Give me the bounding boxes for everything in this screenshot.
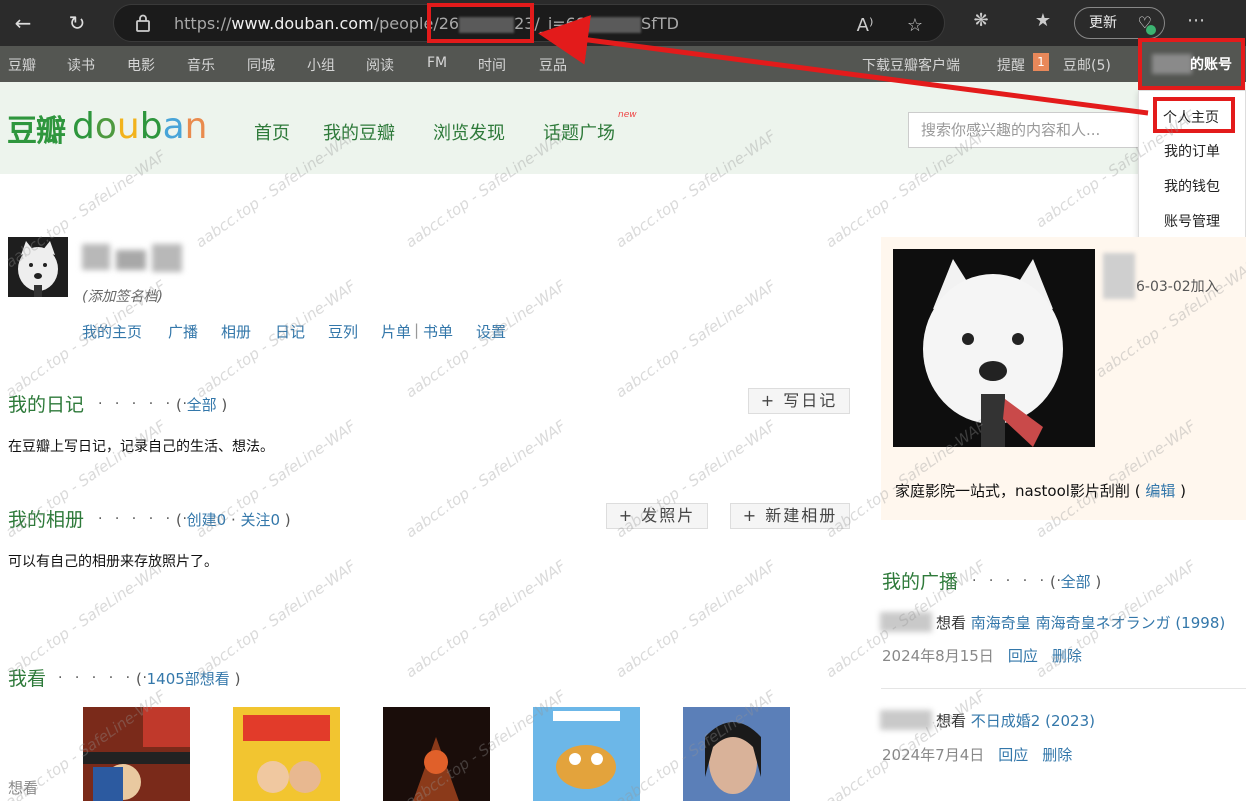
feed-item-meta: 2024年8月15日 回应 删除 xyxy=(882,647,1082,665)
read-aloud-icon[interactable]: A⁾ xyxy=(852,15,878,36)
intro-text: 家庭影院一站式，nastool影片刮削 ( 编辑 ) xyxy=(895,482,1186,500)
search-input[interactable]: 搜索你感兴趣的内容和人... xyxy=(908,112,1148,148)
nav-time[interactable]: 时间 xyxy=(478,55,506,75)
dropdown-item-orders[interactable]: 我的订单 xyxy=(1164,141,1220,161)
album-section-title: 我的相册 xyxy=(8,509,85,531)
site-nav: 豆瓣 读书 电影 音乐 同城 小组 阅读 FM 时间 豆品 下载豆瓣客户端 提醒… xyxy=(0,46,1246,82)
profile-link-settings[interactable]: 设置 xyxy=(476,321,506,342)
movie-poster[interactable] xyxy=(533,707,640,801)
browser-toolbar: ← ↻ https://www.douban.com/people/26 23/_… xyxy=(0,0,1246,46)
account-menu-link[interactable]: 的账号 xyxy=(1138,38,1245,90)
update-button[interactable]: 更新 ♡ xyxy=(1074,7,1165,39)
tab-topics[interactable]: 话题广场 xyxy=(543,119,615,145)
tab-explore[interactable]: 浏览发现 xyxy=(433,119,505,145)
watermark: aabcc.top - SafeLine-WAF xyxy=(612,556,780,682)
feed-user-blurred xyxy=(880,612,932,632)
nav-market[interactable]: 豆品 xyxy=(539,55,567,75)
avatar[interactable] xyxy=(8,237,68,297)
username-blurred xyxy=(82,240,184,274)
profile-photo[interactable] xyxy=(893,249,1095,447)
douban-logo-en[interactable]: douban xyxy=(72,106,207,147)
watermark: aabcc.top - SafeLine-WAF xyxy=(192,556,360,682)
new-album-button[interactable]: + 新建相册 xyxy=(730,503,850,529)
back-arrow-icon[interactable]: ← xyxy=(8,8,38,38)
nav-book[interactable]: 读书 xyxy=(67,55,95,75)
diary-empty-text: 在豆瓣上写日记，记录自己的生活、想法。 xyxy=(8,439,274,455)
profile-link-movielist[interactable]: 片单 xyxy=(381,321,411,342)
tab-home[interactable]: 首页 xyxy=(254,119,290,145)
new-badge: new xyxy=(618,110,637,120)
feed-item: 想看 不日成婚2 (2023) xyxy=(936,712,1095,730)
notice-count-badge: 1 xyxy=(1033,53,1049,71)
watching-section-title: 我看 xyxy=(8,668,47,690)
nav-group[interactable]: 小组 xyxy=(307,55,335,75)
movie-poster[interactable] xyxy=(383,707,490,801)
write-diary-button[interactable]: + 写日记 xyxy=(748,388,850,414)
album-create-link[interactable]: 创建0 xyxy=(187,511,227,529)
more-menu-icon[interactable]: ⋯ xyxy=(1183,10,1209,31)
watermark: aabcc.top - SafeLine-WAF xyxy=(612,276,780,402)
lock-icon xyxy=(136,14,150,32)
profile-link-album[interactable]: 相册 xyxy=(221,321,251,342)
watermark: aabcc.top - SafeLine-WAF xyxy=(402,556,570,682)
nav-local[interactable]: 同城 xyxy=(247,55,275,75)
profile-link-broadcast[interactable]: 广播 xyxy=(168,321,198,342)
profile-link-booklist[interactable]: 书单 xyxy=(423,321,453,342)
broadcast-section-title: 我的广播 xyxy=(882,571,959,593)
nav-read[interactable]: 阅读 xyxy=(366,55,394,75)
nav-fm[interactable]: FM xyxy=(427,55,447,71)
nav-douban[interactable]: 豆瓣 xyxy=(8,55,36,75)
movie-poster[interactable] xyxy=(683,707,790,801)
feed-item-meta: 2024年7月4日 回应 删除 xyxy=(882,746,1073,764)
douban-logo-cn[interactable]: 豆瓣 xyxy=(7,106,66,150)
edit-intro-link[interactable]: 编辑 xyxy=(1145,482,1175,500)
dog-avatar-image xyxy=(8,237,68,297)
post-photo-button[interactable]: + 发照片 xyxy=(606,503,708,529)
feed-item-title-link[interactable]: 南海奇皇 南海奇皇ネオランガ (1998) xyxy=(971,614,1225,632)
album-empty-text: 可以有自己的相册来存放照片了。 xyxy=(8,554,218,570)
album-counts: ( 创建0 · 关注0 ) xyxy=(176,511,291,529)
notice-link[interactable]: 提醒 xyxy=(997,55,1025,75)
separator: | xyxy=(414,321,420,339)
profile-link-home[interactable]: 我的主页 xyxy=(82,321,142,342)
delete-link[interactable]: 删除 xyxy=(1052,647,1082,665)
feed-user-blurred xyxy=(880,710,932,730)
feed-item-title-link[interactable]: 不日成婚2 (2023) xyxy=(971,712,1095,730)
want-label: 想看 xyxy=(8,779,39,797)
dropdown-item-profile[interactable]: 个人主页 xyxy=(1163,107,1219,127)
watermark: aabcc.top - SafeLine-WAF xyxy=(2,556,170,682)
reply-link[interactable]: 回应 xyxy=(998,746,1028,764)
reply-link[interactable]: 回应 xyxy=(1008,647,1038,665)
mail-link[interactable]: 豆邮(5) xyxy=(1063,55,1111,75)
favorite-star-icon[interactable]: ☆ xyxy=(902,15,928,36)
diary-all-link[interactable]: ( 全部 ) xyxy=(176,394,227,415)
download-app-link[interactable]: 下载豆瓣客户端 xyxy=(862,55,960,75)
broadcast-all-link[interactable]: ( 全部 ) xyxy=(1050,571,1101,592)
extensions-icon[interactable]: ❋ xyxy=(968,10,994,31)
diary-section-title: 我的日记 xyxy=(8,394,85,416)
want-count-link[interactable]: ( 1405部想看 ) xyxy=(136,668,240,689)
profile-link-doulist[interactable]: 豆列 xyxy=(328,321,358,342)
watermark: aabcc.top - SafeLine-WAF xyxy=(402,416,570,542)
site-header: 豆瓣 douban 首页 我的豆瓣 浏览发现 话题广场 new 搜索你感兴趣的内… xyxy=(0,82,1246,174)
profile-link-diary[interactable]: 日记 xyxy=(275,321,305,342)
refresh-icon[interactable]: ↻ xyxy=(62,8,92,38)
intro-card: 6-03-02加入 家庭影院一站式，nastool影片刮削 ( 编辑 ) xyxy=(881,237,1246,520)
dropdown-profile-highlight[interactable]: 个人主页 xyxy=(1153,97,1235,133)
delete-link[interactable]: 删除 xyxy=(1042,746,1072,764)
feed-item: 想看 南海奇皇 南海奇皇ネオランガ (1998) xyxy=(936,614,1226,632)
tab-my-douban[interactable]: 我的豆瓣 xyxy=(323,119,395,145)
dropdown-item-account[interactable]: 账号管理 xyxy=(1164,211,1220,231)
url-highlight-box xyxy=(427,3,534,43)
nav-movie[interactable]: 电影 xyxy=(127,55,155,75)
nav-music[interactable]: 音乐 xyxy=(187,55,215,75)
join-date: 6-03-02加入 xyxy=(1136,279,1219,295)
divider xyxy=(881,688,1246,689)
album-follow-link[interactable]: 关注0 xyxy=(240,511,280,529)
dropdown-item-wallet[interactable]: 我的钱包 xyxy=(1164,176,1220,196)
movie-poster[interactable] xyxy=(233,707,340,801)
favorites-icon[interactable]: ★ xyxy=(1030,10,1056,31)
movie-poster[interactable] xyxy=(83,707,190,801)
signature-placeholder[interactable]: (添加签名档) xyxy=(82,286,163,306)
